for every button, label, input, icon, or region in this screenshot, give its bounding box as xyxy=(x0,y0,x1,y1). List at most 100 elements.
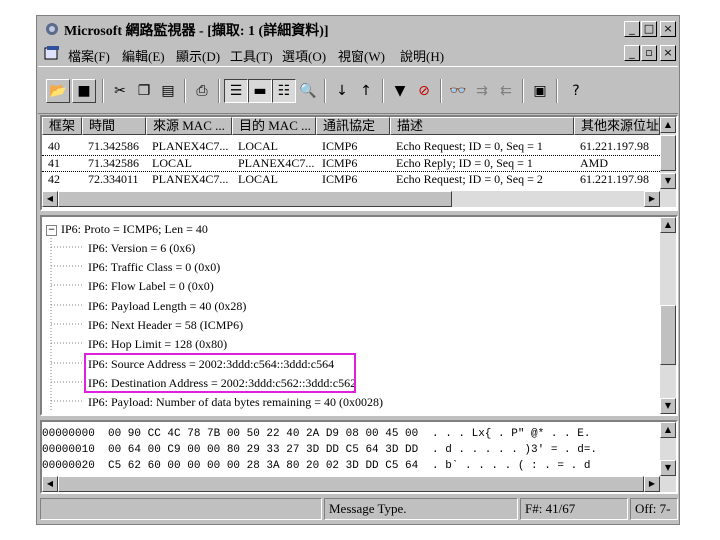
col-header-frame[interactable]: 框架 xyxy=(42,117,82,135)
help-icon[interactable]: ? xyxy=(564,79,588,103)
scroll-left-icon[interactable]: ◀ xyxy=(42,476,58,492)
scroll-up-icon[interactable]: ▲ xyxy=(660,422,676,438)
frame-time: 71.342586 xyxy=(88,156,139,170)
app-icon xyxy=(46,23,58,35)
hex-pane-icon[interactable]: ☷ xyxy=(272,79,296,103)
window-title: Microsoft 網路監視器 - [擷取: 1 (詳細資料)] xyxy=(64,24,329,39)
menu-window[interactable]: 視窗(W) xyxy=(338,46,385,65)
find-next-icon[interactable]: ⇉ xyxy=(470,79,494,103)
find-icon[interactable]: 👓 xyxy=(446,79,470,103)
save-icon[interactable]: ■ xyxy=(72,79,96,103)
detail-pane-icon[interactable]: ▬ xyxy=(248,79,272,103)
frames-horizontal-scrollbar[interactable]: ◀ ▶ xyxy=(42,191,676,207)
frame-time: 71.342586 xyxy=(88,139,139,153)
frame-dst-mac: LOCAL xyxy=(238,172,278,186)
tree-item[interactable]: IP6: Flow Label = 0 (0x0) xyxy=(88,279,214,294)
scroll-down-icon[interactable]: ▼ xyxy=(660,398,676,414)
col-header-dst-mac[interactable]: 目的 MAC ... xyxy=(232,117,316,135)
hex-row[interactable]: 00000020 C5 62 60 00 00 00 00 28 3A 80 2… xyxy=(42,460,660,472)
maximize-button[interactable]: □ xyxy=(641,21,657,37)
col-header-time[interactable]: 時間 xyxy=(82,117,146,135)
col-header-protocol[interactable]: 通訊協定 xyxy=(316,117,390,135)
summary-pane-icon[interactable]: ☰ xyxy=(224,79,248,103)
menu-options[interactable]: 選項(O) xyxy=(282,46,326,65)
scroll-thumb[interactable] xyxy=(660,135,676,171)
scroll-up-icon[interactable]: ▲ xyxy=(660,217,676,233)
toolbar-separator xyxy=(522,79,524,103)
toolbar: 📂 ■ ✂ ❐ ▤ ⎙ ☰ ▬ ☷ 🔍 ↓ ↑ ▼ ⊘ 👓 ⇉ ⇇ ▣ ? xyxy=(38,66,678,114)
copy-icon[interactable]: ❐ xyxy=(132,79,156,103)
properties-icon[interactable]: ▣ xyxy=(528,79,552,103)
status-offset: Off: 7- xyxy=(630,498,678,520)
menu-file[interactable]: 檔案(F) xyxy=(68,46,110,65)
filter-off-icon[interactable]: ⊘ xyxy=(412,79,436,103)
hex-vertical-scrollbar[interactable]: ▲ ▼ xyxy=(660,422,676,476)
doc-minimize-button[interactable]: _ xyxy=(624,45,640,61)
address-highlight-box xyxy=(84,353,356,393)
frame-row[interactable]: 40 71.342586 PLANEX4C7... LOCAL ICMP6 Ec… xyxy=(42,139,660,154)
frame-protocol: ICMP6 xyxy=(322,139,358,153)
tree-item[interactable]: IP6: Hop Limit = 128 (0x80) xyxy=(88,337,227,352)
filter-icon[interactable]: ▼ xyxy=(388,79,412,103)
toolbar-separator xyxy=(324,79,326,103)
frame-dst-mac: PLANEX4C7... xyxy=(238,156,315,170)
frame-description: Echo Request; ID = 0, Seq = 2 xyxy=(396,172,543,186)
paste-icon[interactable]: ▤ xyxy=(156,79,180,103)
hex-row[interactable]: 00000010 00 64 00 C9 00 00 80 29 33 27 3… xyxy=(42,444,660,459)
toolbar-separator xyxy=(382,79,384,103)
frame-row-selected[interactable]: 41 71.342586 LOCAL PLANEX4C7... ICMP6 Ec… xyxy=(42,155,660,172)
toolbar-separator xyxy=(218,79,220,103)
scroll-up-icon[interactable]: ▲ xyxy=(660,117,676,133)
document-icon[interactable] xyxy=(44,45,60,61)
tree-item[interactable]: IP6: Next Header = 58 (ICMP6) xyxy=(88,318,243,333)
tree-item[interactable]: IP6: Traffic Class = 0 (0x0) xyxy=(88,260,220,275)
scroll-left-icon[interactable]: ◀ xyxy=(42,191,58,207)
menu-display[interactable]: 顯示(D) xyxy=(176,46,220,65)
menu-help[interactable]: 說明(H) xyxy=(400,46,444,65)
scroll-down-icon[interactable]: ▼ xyxy=(660,173,676,189)
arrow-up-icon[interactable]: ↑ xyxy=(354,79,378,103)
scroll-right-icon[interactable]: ▶ xyxy=(644,191,660,207)
cut-icon[interactable]: ✂ xyxy=(108,79,132,103)
find-prev-icon[interactable]: ⇇ xyxy=(494,79,518,103)
hex-row[interactable]: 00000000 00 90 CC 4C 78 7B 00 50 22 40 2… xyxy=(42,428,660,443)
zoom-icon[interactable]: 🔍 xyxy=(296,79,320,103)
title-bar[interactable]: Microsoft 網路監視器 - [擷取: 1 (詳細資料)] _ □ × xyxy=(38,17,678,41)
open-icon[interactable]: 📂 xyxy=(46,79,70,103)
frame-src-mac: PLANEX4C7... xyxy=(152,172,229,186)
frame-number: 40 xyxy=(48,139,60,153)
col-header-description[interactable]: 描述 xyxy=(390,117,574,135)
col-header-src-mac[interactable]: 來源 MAC ... xyxy=(146,117,232,135)
hex-horizontal-scrollbar[interactable]: ◀ ▶ xyxy=(42,476,676,492)
close-button[interactable]: × xyxy=(660,21,676,37)
scroll-thumb[interactable] xyxy=(58,476,644,492)
toolbar-separator xyxy=(102,79,104,103)
scroll-right-icon[interactable]: ▶ xyxy=(644,476,660,492)
col-header-other-src[interactable]: 其他來源位址 xyxy=(574,117,660,135)
tree-item[interactable]: IP6: Payload: Number of data bytes remai… xyxy=(88,395,383,410)
tree-item[interactable]: IP6: Payload Length = 40 (0x28) xyxy=(88,299,246,314)
doc-restore-button[interactable]: ▫ xyxy=(641,45,657,61)
status-frame-counter: F#: 41/67 xyxy=(520,498,628,520)
minimize-button[interactable]: _ xyxy=(624,21,640,37)
detail-vertical-scrollbar[interactable]: ▲ ▼ xyxy=(660,217,676,414)
hex-ascii: . b` . . . . ( : . = . d xyxy=(432,460,591,472)
tree-root-label: IP6: Proto = ICMP6; Len = 40 xyxy=(61,222,208,236)
frame-other-src: 61.221.197.98 xyxy=(580,139,649,153)
arrow-down-icon[interactable]: ↓ xyxy=(330,79,354,103)
frame-description: Echo Request; ID = 0, Seq = 1 xyxy=(396,139,543,153)
toolbar-separator xyxy=(184,79,186,103)
print-icon[interactable]: ⎙ xyxy=(190,79,214,103)
hex-bytes: 00 64 00 C9 00 00 80 29 33 27 3D DD C5 6… xyxy=(108,444,419,456)
frames-vertical-scrollbar[interactable]: ▲ ▼ xyxy=(660,117,676,191)
tree-item[interactable]: IP6: Version = 6 (0x6) xyxy=(88,241,195,256)
frame-row[interactable]: 42 72.334011 PLANEX4C7... LOCAL ICMP6 Ec… xyxy=(42,172,660,187)
scroll-thumb[interactable] xyxy=(58,191,452,207)
frame-protocol: ICMP6 xyxy=(322,172,358,186)
frame-src-mac: LOCAL xyxy=(152,156,192,170)
scroll-down-icon[interactable]: ▼ xyxy=(660,460,676,476)
menu-tools[interactable]: 工具(T) xyxy=(230,46,273,65)
doc-close-button[interactable]: × xyxy=(660,45,676,61)
scroll-thumb[interactable] xyxy=(660,305,676,365)
menu-edit[interactable]: 編輯(E) xyxy=(122,46,165,65)
